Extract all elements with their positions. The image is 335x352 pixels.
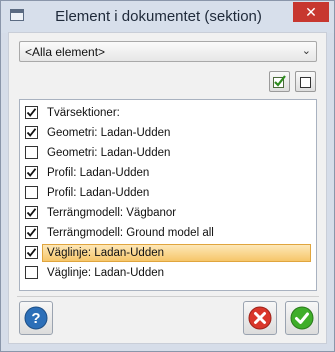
item-label-area[interactable]: Profil: Ladan-Udden (42, 184, 311, 202)
item-label: Väglinje: Ladan-Udden (47, 247, 165, 259)
checkmark-icon (26, 128, 37, 137)
chevron-down-icon: ⌄ (301, 45, 311, 57)
checkmark-icon (26, 208, 37, 217)
item-checkbox[interactable] (25, 266, 38, 279)
help-icon: ? (24, 306, 48, 330)
check-all-button[interactable] (269, 71, 290, 92)
item-label: Profil: Ladan-Udden (47, 167, 150, 179)
item-checkbox[interactable] (25, 126, 38, 139)
item-label: Profil: Ladan-Udden (47, 187, 150, 199)
help-button[interactable]: ? (19, 301, 53, 335)
element-list[interactable]: Tvärsektioner: Geometri: Ladan-Udden Geome… (19, 99, 317, 291)
title-bar: Element i dokumentet (sektion) ✕ (1, 1, 334, 33)
item-label: Terrängmodell: Ground model all (47, 227, 214, 239)
item-label-area[interactable]: Terrängmodell: Vägbanor (42, 204, 311, 222)
item-label: Terrängmodell: Vägbanor (47, 207, 177, 219)
uncheck-all-icon (300, 77, 311, 88)
item-checkbox[interactable] (25, 206, 38, 219)
item-checkbox[interactable] (25, 186, 38, 199)
check-all-icon (273, 75, 286, 88)
checkmark-icon (26, 228, 37, 237)
item-label: Väglinje: Ladan-Udden (47, 267, 165, 279)
item-checkbox[interactable] (25, 246, 38, 259)
ok-button[interactable] (285, 301, 319, 335)
item-label-area[interactable]: Tvärsektioner: (42, 104, 311, 122)
cancel-button[interactable] (243, 301, 277, 335)
item-label-area[interactable]: Geometri: Ladan-Udden (42, 124, 311, 142)
item-label: Geometri: Ladan-Udden (47, 127, 171, 139)
list-item[interactable]: Terrängmodell: Ground model all (23, 224, 311, 242)
ok-icon (290, 306, 314, 330)
cancel-icon (248, 306, 272, 330)
dialog-window: Element i dokumentet (sektion) ✕ <Alla e… (0, 0, 335, 352)
divider (17, 296, 319, 297)
item-checkbox[interactable] (25, 146, 38, 159)
close-button[interactable]: ✕ (293, 2, 329, 22)
list-item[interactable]: Profil: Ladan-Udden (23, 164, 311, 182)
svg-text:?: ? (31, 310, 40, 327)
item-label-area[interactable]: Geometri: Ladan-Udden (42, 144, 311, 162)
element-filter-dropdown[interactable]: <Alla element> ⌄ (19, 41, 317, 62)
uncheck-all-button[interactable] (295, 71, 316, 92)
item-checkbox[interactable] (25, 226, 38, 239)
list-item[interactable]: Väglinje: Ladan-Udden (23, 264, 311, 282)
item-label-area[interactable]: Profil: Ladan-Udden (42, 164, 311, 182)
item-label-area[interactable]: Väglinje: Ladan-Udden (42, 264, 311, 282)
window-icon (10, 9, 24, 21)
window-title: Element i dokumentet (sektion) (55, 8, 262, 25)
item-label: Geometri: Ladan-Udden (47, 147, 171, 159)
list-item[interactable]: Profil: Ladan-Udden (23, 184, 311, 202)
list-item[interactable]: Geometri: Ladan-Udden (23, 144, 311, 162)
item-label-area[interactable]: Väglinje: Ladan-Udden (42, 244, 311, 262)
list-item[interactable]: Terrängmodell: Vägbanor (23, 204, 311, 222)
item-label: Tvärsektioner: (47, 107, 120, 119)
checkmark-icon (26, 248, 37, 257)
list-item[interactable]: Väglinje: Ladan-Udden (23, 244, 311, 262)
item-label-area[interactable]: Terrängmodell: Ground model all (42, 224, 311, 242)
list-item[interactable]: Tvärsektioner: (23, 104, 311, 122)
checkmark-icon (26, 108, 37, 117)
item-checkbox[interactable] (25, 106, 38, 119)
element-filter-value: <Alla element> (25, 45, 106, 59)
dialog-body: <Alla element> ⌄ Tvärsektioner: Geometri:… (8, 32, 327, 344)
item-checkbox[interactable] (25, 166, 38, 179)
list-item[interactable]: Geometri: Ladan-Udden (23, 124, 311, 142)
checkmark-icon (26, 168, 37, 177)
